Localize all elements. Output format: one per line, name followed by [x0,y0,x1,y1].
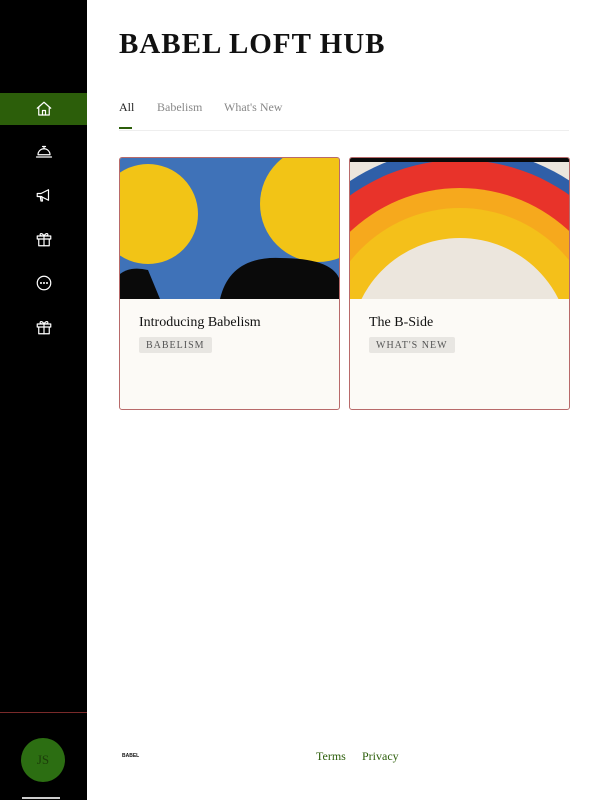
avatar[interactable]: JS [21,738,65,782]
post-card-the-b-side[interactable]: The B-Side WHAT'S NEW [349,157,570,410]
sidebar-item-gifts[interactable] [0,311,87,343]
sidebar-item-home[interactable] [0,93,87,125]
category-badge: BABELISM [139,337,212,353]
terms-link[interactable]: Terms [316,749,346,764]
sidebar-item-rewards[interactable] [0,223,87,255]
sidebar-item-services[interactable] [0,135,87,167]
card-title: The B-Side [369,315,434,330]
service-bell-icon [35,145,52,158]
home-icon [36,101,51,116]
active-tab-indicator [119,127,132,129]
sidebar-item-announcements[interactable] [0,179,87,211]
chat-bubble-icon [36,275,51,291]
sidebar-bottom-indicator [22,797,60,799]
page-title: BABEL LOFT HUB [119,28,386,60]
privacy-link[interactable]: Privacy [362,749,399,764]
card-cover-image [350,158,569,299]
post-card-introducing-babelism[interactable]: Introducing Babelism BABELISM [119,157,340,410]
tab-bar: All Babelism What's New [119,100,569,131]
gift-icon [36,233,51,247]
sidebar: JS [0,0,87,800]
gift-icon [36,321,51,335]
megaphone-icon [36,189,49,202]
card-title: Introducing Babelism [139,315,261,330]
footer-logo: BABEL [122,753,140,759]
sidebar-item-messages[interactable] [0,267,87,299]
sidebar-divider [0,712,87,713]
tab-babelism[interactable]: Babelism [157,100,202,115]
tab-whats-new[interactable]: What's New [224,100,282,115]
tab-all[interactable]: All [119,100,134,115]
card-cover-image [120,158,339,299]
category-badge: WHAT'S NEW [369,337,455,353]
